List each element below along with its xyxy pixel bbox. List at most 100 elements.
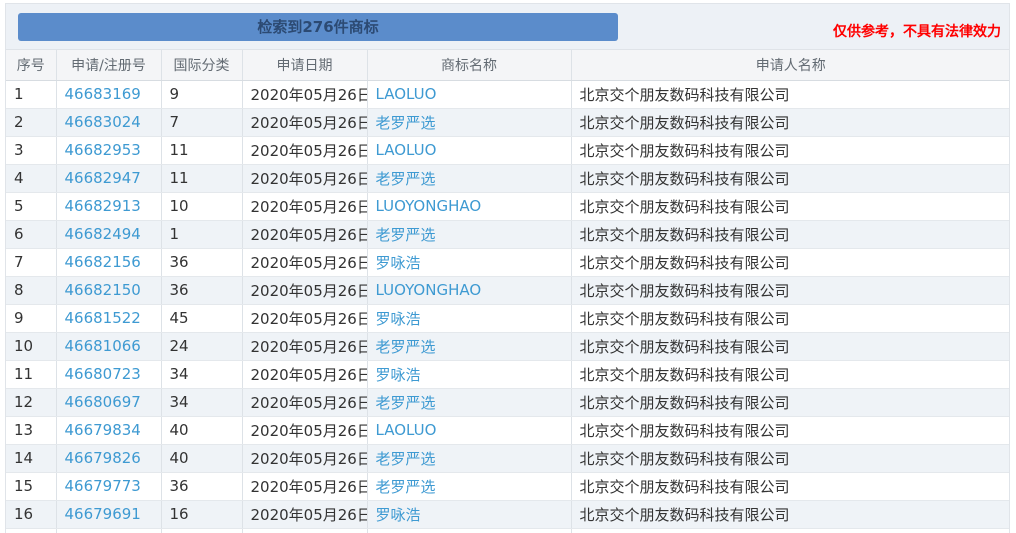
registration-number-link[interactable]: 46681066: [65, 337, 141, 355]
cell-intl-class: 10: [161, 192, 243, 221]
trademark-name-link[interactable]: LUOYONGHAO: [376, 197, 482, 215]
registration-number-link[interactable]: 46682953: [65, 141, 141, 159]
cell-index: 12: [6, 388, 57, 417]
cell-mark-name: LUOYONGHAO: [367, 192, 572, 221]
table-row: 9 46681522 45 2020年05月26日 罗咏浩 北京交个朋友数码科技有限公司: [6, 304, 1009, 333]
registration-number-link[interactable]: 46682947: [65, 169, 141, 187]
registration-number-link[interactable]: 46679691: [65, 505, 141, 523]
registration-number-link[interactable]: 46682150: [65, 281, 141, 299]
cell-index: 1: [6, 80, 57, 109]
cell-apply-date: 2020年05月26日: [242, 248, 368, 277]
cell-applicant: 北京交个朋友数码科技有限公司: [571, 388, 1009, 417]
table-row: 4 46682947 11 2020年05月26日 老罗严选 北京交个朋友数码科技有限公司: [6, 164, 1009, 193]
cell-mark-name: LUOYONGHAO: [367, 276, 572, 305]
cell-apply-date: 2020年05月26日: [242, 80, 368, 109]
table-row: 3 46682953 11 2020年05月26日 LAOLUO 北京交个朋友数码科技有限…: [6, 136, 1009, 165]
registration-number-link[interactable]: 46679773: [65, 477, 141, 495]
table-row: 5 46682913 10 2020年05月26日 LUOYONGHAO 北京交个朋友数码…: [6, 192, 1009, 221]
column-header-4: 商标名称: [367, 50, 572, 81]
cell-intl-class: 40: [161, 444, 243, 473]
cell-intl-class: 11: [161, 164, 243, 193]
table-row: 14 46679826 40 2020年05月26日 老罗严选 北京交个朋友数码科技有限公…: [6, 444, 1009, 473]
cell-apply-date: 2020年05月26日: [242, 136, 368, 165]
cell-apply-date: 2020年05月26日: [242, 500, 368, 529]
table-row: 10 46681066 24 2020年05月26日 老罗严选 北京交个朋友数码科技有限公…: [6, 332, 1009, 361]
cell-applicant: 北京交个朋友数码科技有限公司: [571, 416, 1009, 445]
cell-index: 14: [6, 444, 57, 473]
cell-applicant: 北京交个朋友数码科技有限公司: [571, 164, 1009, 193]
cell-apply-date: 2020年05月26日: [242, 164, 368, 193]
trademark-name-link[interactable]: 老罗严选: [376, 114, 436, 132]
cell-applicant: 北京交个朋友数码科技有限公司: [571, 248, 1009, 277]
table-row: 12 46680697 34 2020年05月26日 老罗严选 北京交个朋友数码科技有限公…: [6, 388, 1009, 417]
cell-intl-class: 24: [161, 332, 243, 361]
trademark-name-link[interactable]: LAOLUO: [376, 141, 437, 159]
cell-applicant: 北京交个朋友数码科技有限公司: [571, 360, 1009, 389]
cell-index: 16: [6, 500, 57, 529]
cell-mark-name: 老罗严选: [367, 332, 572, 361]
table-row: 6 46682494 1 2020年05月26日 老罗严选 北京交个朋友数码科技有限公司: [6, 220, 1009, 249]
cell-mark-name: LAOLUO: [367, 416, 572, 445]
cell-intl-class: 36: [161, 276, 243, 305]
cell-applicant: 北京交个朋友数码科技有限公司: [571, 304, 1009, 333]
registration-number-link[interactable]: 46683169: [65, 85, 141, 103]
cell-index: 11: [6, 360, 57, 389]
cell-reg-no: 46682150: [56, 276, 162, 305]
trademark-name-link[interactable]: 老罗严选: [376, 226, 436, 244]
cell-mark-name: 老罗严选: [367, 444, 572, 473]
cell-intl-class: 7: [161, 108, 243, 137]
registration-number-link[interactable]: 46679826: [65, 449, 141, 467]
cell-reg-no: 46683169: [56, 80, 162, 109]
result-count-button[interactable]: 检索到276件商标: [18, 12, 618, 41]
trademark-name-link[interactable]: 老罗严选: [376, 450, 436, 468]
table-row: 11 46680723 34 2020年05月26日 罗咏浩 北京交个朋友数码科技有限公司: [6, 360, 1009, 389]
cell-intl-class: 1: [161, 220, 243, 249]
cell-mark-name: 罗咏浩: [367, 500, 572, 529]
cell-intl-class: 36: [161, 472, 243, 501]
cell-mark-name: 老罗严选: [367, 472, 572, 501]
trademark-name-link[interactable]: 老罗严选: [376, 338, 436, 356]
column-header-5: 申请人名称: [571, 50, 1009, 81]
results-table: 序号 申请/注册号 国际分类 申请日期 商标名称 申请人名称 1 46683169 9 2020…: [6, 50, 1009, 533]
trademark-name-link[interactable]: 老罗严选: [376, 170, 436, 188]
cell-intl-class: 36: [161, 248, 243, 277]
registration-number-link[interactable]: 46679834: [65, 421, 141, 439]
column-header-0: 序号: [6, 50, 57, 81]
cell-apply-date: 2020年05月26日: [242, 220, 368, 249]
cell-index: 4: [6, 164, 57, 193]
trademark-name-link[interactable]: LAOLUO: [376, 421, 437, 439]
cell-applicant: 北京交个朋友数码科技有限公司: [571, 220, 1009, 249]
trademark-name-link[interactable]: 罗咏浩: [376, 506, 421, 524]
cell-reg-no: 46680697: [56, 388, 162, 417]
registration-number-link[interactable]: 46681522: [65, 309, 141, 327]
trademark-name-link[interactable]: LAOLUO: [376, 85, 437, 103]
trademark-name-link[interactable]: 老罗严选: [376, 478, 436, 496]
cell-apply-date: 2020年05月26日: [242, 472, 368, 501]
trademark-name-link[interactable]: 老罗严选: [376, 394, 436, 412]
cell-mark-name: 老罗严选: [367, 164, 572, 193]
registration-number-link[interactable]: 46682913: [65, 197, 141, 215]
cell-index: 13: [6, 416, 57, 445]
cell-intl-class: 34: [161, 388, 243, 417]
trademark-name-link[interactable]: 罗咏浩: [376, 366, 421, 384]
cell-reg-no: 46683024: [56, 108, 162, 137]
cell-intl-class: 34: [161, 360, 243, 389]
cell-index: 5: [6, 192, 57, 221]
registration-number-link[interactable]: 46683024: [65, 113, 141, 131]
cell-apply-date: 2020年05月26日: [242, 416, 368, 445]
trademark-name-link[interactable]: 罗咏浩: [376, 254, 421, 272]
cell-apply-date: 2020年05月26日: [242, 360, 368, 389]
cell-index: 15: [6, 472, 57, 501]
cell-mark-name: 罗咏浩: [367, 304, 572, 333]
trademark-name-link[interactable]: LUOYONGHAO: [376, 281, 482, 299]
cell-reg-no: 46679691: [56, 500, 162, 529]
cell-mark-name: 老罗严选: [367, 220, 572, 249]
registration-number-link[interactable]: 46682494: [65, 225, 141, 243]
registration-number-link[interactable]: 46682156: [65, 253, 141, 271]
cell-reg-no: 46679826: [56, 444, 162, 473]
registration-number-link[interactable]: 46680723: [65, 365, 141, 383]
registration-number-link[interactable]: 46680697: [65, 393, 141, 411]
cell-apply-date: 2020年05月26日: [242, 304, 368, 333]
trademark-name-link[interactable]: 罗咏浩: [376, 310, 421, 328]
cell-apply-date: 2020年05月26日: [242, 192, 368, 221]
